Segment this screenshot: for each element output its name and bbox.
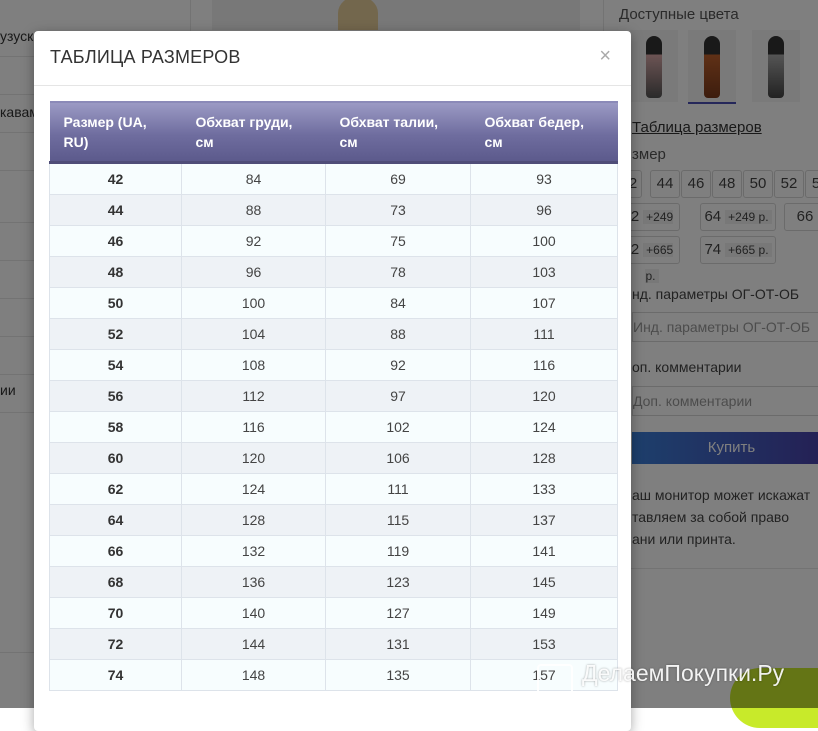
measure-cell: 131 [325, 628, 471, 660]
size-cell: 58 [49, 411, 182, 443]
measure-cell: 132 [181, 535, 326, 567]
measure-cell: 73 [325, 194, 471, 226]
measure-cell: 116 [181, 411, 326, 443]
table-row: 50 100 84 107 [49, 287, 618, 319]
table-row: 68 136 123 145 [49, 566, 618, 598]
size-cell: 44 [49, 194, 182, 226]
table-row: 62 124 111 133 [49, 473, 618, 505]
measure-cell: 75 [325, 225, 471, 257]
modal-title: ТАБЛИЦА РАЗМЕРОВ [50, 47, 241, 67]
table-row: 64 128 115 137 [49, 504, 618, 536]
measure-cell: 93 [470, 162, 618, 195]
size-table-modal: ТАБЛИЦА РАЗМЕРОВ × Размер (UA, RU) Обхва… [34, 31, 631, 731]
measure-cell: 108 [181, 349, 326, 381]
measure-cell: 107 [470, 287, 618, 319]
size-cell: 72 [49, 628, 182, 660]
measure-cell: 96 [181, 256, 326, 288]
measure-cell: 97 [325, 380, 471, 412]
measure-cell: 96 [470, 194, 618, 226]
measure-cell: 115 [325, 504, 471, 536]
measure-cell: 124 [470, 411, 618, 443]
column-header: Размер (UA, RU) [49, 101, 182, 164]
table-row: 60 120 106 128 [49, 442, 618, 474]
measure-cell: 128 [470, 442, 618, 474]
measure-cell: 69 [325, 162, 471, 195]
measure-cell: 92 [325, 349, 471, 381]
measure-cell: 141 [470, 535, 618, 567]
table-row: 42 84 69 93 [49, 162, 618, 195]
table-row: 72 144 131 153 [49, 628, 618, 660]
measure-cell: 100 [181, 287, 326, 319]
column-header: Обхват груди, см [181, 101, 326, 164]
size-cell: 50 [49, 287, 182, 319]
measure-cell: 88 [181, 194, 326, 226]
measure-cell: 153 [470, 628, 618, 660]
size-cell: 54 [49, 349, 182, 381]
measure-cell: 135 [325, 659, 471, 691]
measure-cell: 124 [181, 473, 326, 505]
size-table-wrapper: Размер (UA, RU) Обхват груди, см Обхват … [49, 101, 618, 691]
size-table: Размер (UA, RU) Обхват груди, см Обхват … [49, 101, 618, 691]
measure-cell: 104 [181, 318, 326, 350]
measure-cell: 112 [181, 380, 326, 412]
table-row: 52 104 88 111 [49, 318, 618, 350]
column-header: Обхват талии, см [325, 101, 471, 164]
measure-cell: 137 [470, 504, 618, 536]
size-cell: 42 [49, 162, 182, 195]
size-cell: 66 [49, 535, 182, 567]
table-row: 56 112 97 120 [49, 380, 618, 412]
measure-cell: 120 [470, 380, 618, 412]
measure-cell: 120 [181, 442, 326, 474]
modal-header: ТАБЛИЦА РАЗМЕРОВ × [34, 31, 631, 86]
watermark: ДелаемПокупки.Ру [582, 660, 785, 686]
measure-cell: 102 [325, 411, 471, 443]
measure-cell: 106 [325, 442, 471, 474]
size-cell: 52 [49, 318, 182, 350]
table-header-row: Размер (UA, RU) Обхват груди, см Обхват … [49, 101, 618, 164]
measure-cell: 100 [470, 225, 618, 257]
size-cell: 60 [49, 442, 182, 474]
table-row: 46 92 75 100 [49, 225, 618, 257]
measure-cell: 149 [470, 597, 618, 629]
table-row: 74 148 135 157 [49, 659, 618, 691]
watermark-logo-icon [537, 664, 573, 696]
measure-cell: 111 [325, 473, 471, 505]
size-cell: 48 [49, 256, 182, 288]
measure-cell: 78 [325, 256, 471, 288]
measure-cell: 84 [325, 287, 471, 319]
size-cell: 74 [49, 659, 182, 691]
size-cell: 46 [49, 225, 182, 257]
measure-cell: 127 [325, 597, 471, 629]
measure-cell: 145 [470, 566, 618, 598]
size-cell: 64 [49, 504, 182, 536]
measure-cell: 123 [325, 566, 471, 598]
column-header: Обхват бедер, см [470, 101, 618, 164]
measure-cell: 140 [181, 597, 326, 629]
measure-cell: 88 [325, 318, 471, 350]
measure-cell: 116 [470, 349, 618, 381]
table-row: 44 88 73 96 [49, 194, 618, 226]
size-cell: 68 [49, 566, 182, 598]
measure-cell: 136 [181, 566, 326, 598]
table-row: 48 96 78 103 [49, 256, 618, 288]
measure-cell: 92 [181, 225, 326, 257]
measure-cell: 128 [181, 504, 326, 536]
table-row: 58 116 102 124 [49, 411, 618, 443]
measure-cell: 111 [470, 318, 618, 350]
measure-cell: 144 [181, 628, 326, 660]
size-cell: 62 [49, 473, 182, 505]
size-cell: 70 [49, 597, 182, 629]
measure-cell: 119 [325, 535, 471, 567]
close-icon[interactable]: × [599, 45, 611, 68]
size-cell: 56 [49, 380, 182, 412]
table-row: 54 108 92 116 [49, 349, 618, 381]
measure-cell: 148 [181, 659, 326, 691]
measure-cell: 103 [470, 256, 618, 288]
measure-cell: 133 [470, 473, 618, 505]
table-row: 66 132 119 141 [49, 535, 618, 567]
table-row: 70 140 127 149 [49, 597, 618, 629]
measure-cell: 84 [181, 162, 326, 195]
